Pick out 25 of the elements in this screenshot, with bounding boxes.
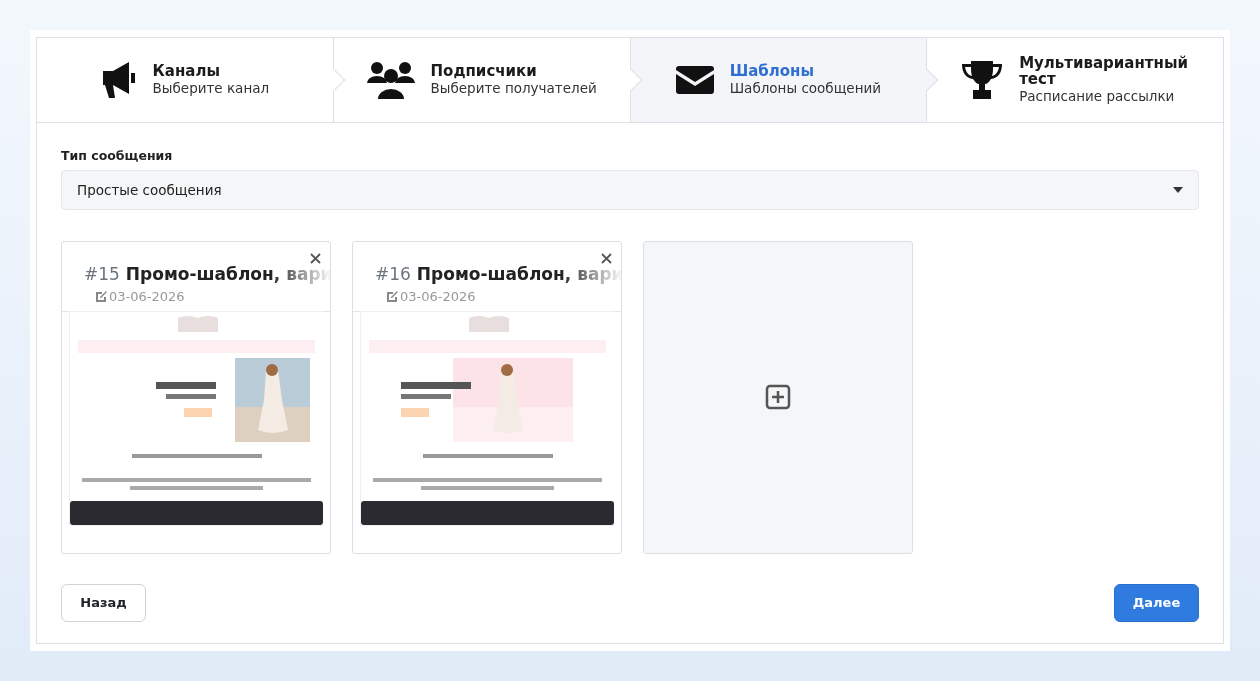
trophy-icon xyxy=(961,61,1004,99)
message-type-select[interactable]: Простые сообщения xyxy=(61,169,1199,210)
next-button[interactable]: Далее xyxy=(1114,583,1199,622)
template-date: 03-06-2026 xyxy=(109,288,185,307)
step-subtitle: Выберите получателей xyxy=(430,79,597,96)
envelope-icon xyxy=(675,66,714,94)
template-date: 03-06-2026 xyxy=(400,288,476,307)
close-icon xyxy=(310,252,321,264)
field-label: Тип сообщения xyxy=(61,147,174,165)
edit-icon xyxy=(385,290,399,304)
close-icon xyxy=(601,252,612,264)
add-icon xyxy=(765,384,791,411)
step-title: Шаблоны xyxy=(729,64,816,80)
step-title: Каналы xyxy=(152,64,222,80)
step-subtitle: Шаблоны сообщений xyxy=(729,79,882,96)
step-subtitle: Расписание рассылки xyxy=(1019,87,1176,104)
edit-icon xyxy=(94,290,108,304)
step-subtitle: Выберите канал xyxy=(152,79,270,96)
step-title: Мультивариантный тест xyxy=(1019,56,1189,88)
select-value: Простые сообщения xyxy=(77,180,222,200)
megaphone-icon xyxy=(100,61,137,99)
caret-icon xyxy=(1173,186,1183,193)
step-title: Подписчики xyxy=(430,64,538,80)
back-button[interactable]: Назад xyxy=(61,583,146,622)
users-icon xyxy=(366,61,415,99)
